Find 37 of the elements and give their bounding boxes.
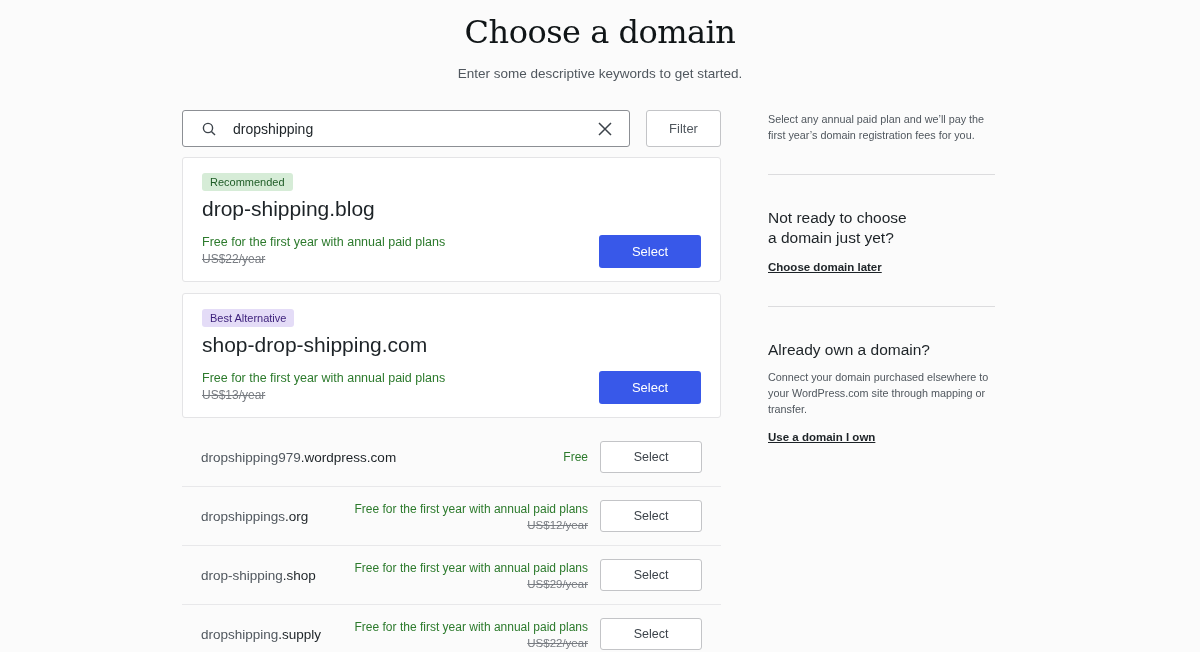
select-button[interactable]: Select (600, 559, 702, 591)
select-button[interactable]: Select (599, 371, 701, 404)
offer-text: Free for the first year with annual paid plans (202, 235, 446, 249)
filter-button[interactable]: Filter (646, 110, 721, 147)
select-button[interactable]: Select (600, 500, 702, 532)
offer-text: Free for the first year with annual paid plans (354, 501, 588, 516)
text-link[interactable]: Choose domain later (768, 261, 882, 273)
old-price: US$29/year (527, 577, 588, 590)
select-button[interactable]: Select (600, 618, 702, 650)
section-heading: Already own a domain? (768, 340, 931, 360)
old-price: US$13/year (202, 388, 266, 402)
close-icon[interactable] (598, 122, 612, 136)
domain-name: dropshippings.org (201, 508, 310, 524)
select-button[interactable]: Select (600, 441, 702, 473)
page-title: Choose a domain (463, 13, 737, 51)
offer-text: Free for the first year with annual paid plans (202, 371, 446, 385)
section-text: Connect your domain purchased elsewhere to your WordPress.com site through mapping or transfer. (768, 370, 990, 417)
select-button[interactable]: Select (599, 235, 701, 268)
old-price: US$12/year (527, 518, 588, 531)
recommendation-badge: Best Alternative (202, 309, 295, 327)
search-field[interactable]: dropshipping (182, 110, 630, 147)
search-icon (202, 122, 216, 136)
domain-name: dropshipping.supply (201, 626, 323, 642)
offer-text: Free for the first year with annual paid plans (354, 560, 588, 575)
page-subtitle: Enter some descriptive keywords to get started. (456, 66, 744, 81)
info-text: Select any annual paid plan and we’ll pay the first year’s domain registration fees for you. (768, 112, 986, 143)
offer-text: Free (563, 450, 588, 464)
domain-name: dropshipping979.wordpress.com (201, 449, 398, 465)
domain-name: drop-shipping.shop (201, 567, 317, 583)
old-price: US$22/year (527, 636, 588, 649)
old-price: US$22/year (202, 252, 266, 266)
domain-name: shop-drop-shipping.com (202, 333, 429, 357)
domain-name: drop-shipping.blog (202, 197, 376, 221)
section-heading: Not ready to choose a domain just yet? (768, 208, 908, 248)
text-link[interactable]: Use a domain I own (768, 431, 876, 443)
recommendation-badge: Recommended (202, 173, 293, 191)
offer-text: Free for the first year with annual paid plans (354, 619, 588, 634)
